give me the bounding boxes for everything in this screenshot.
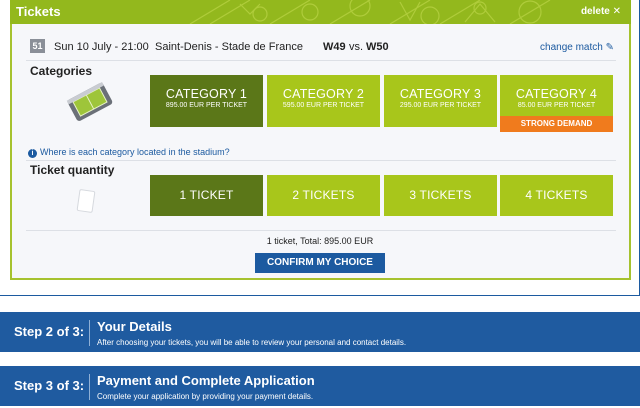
panel-header: Tickets delete ✕ [10,0,631,24]
step-separator [89,374,90,400]
stadium-icon [66,82,113,121]
match-date: Sun 10 July - 21:00 [54,41,149,53]
step-number: Step 3 of 3: [14,378,85,393]
strong-demand-badge: STRONG DEMAND [500,116,613,132]
order-total: 1 ticket, Total: 895.00 EUR [266,236,374,246]
category-3-button[interactable]: CATEGORY 3 295.00 EUR PER TICKET [384,75,497,127]
category-location-text: Where is each category located in the st… [40,147,230,157]
category-4-button[interactable]: CATEGORY 4 85.00 EUR PER TICKET [500,75,613,116]
team-away: W50 [366,41,389,53]
ticket-icon [76,188,96,214]
step-3-panel[interactable]: Step 3 of 3: Payment and Complete Applic… [0,366,640,406]
step-number: Step 2 of 3: [14,324,85,339]
header-pattern [189,0,551,24]
match-row: 51 Sun 10 July - 21:00 Saint-Denis - Sta… [26,38,616,56]
divider [26,230,616,231]
panel-title: Tickets [16,4,61,19]
tickets-panel: Tickets delete ✕ 51 Sun 10 July - 21:00 … [0,0,640,298]
quantity-4-button[interactable]: 4 TICKETS [500,175,613,216]
step-separator [89,320,90,346]
quantity-2-button[interactable]: 2 TICKETS [267,175,380,216]
versus-label: vs. [349,41,364,53]
category-name: CATEGORY 2 [282,87,365,101]
divider [26,60,616,61]
info-icon: i [28,149,37,158]
divider [26,160,616,161]
category-price: 595.00 EUR PER TICKET [282,102,365,109]
confirm-choice-button[interactable]: CONFIRM MY CHOICE [255,253,385,273]
step-2-panel[interactable]: Step 2 of 3: Your Details After choosing… [0,312,640,352]
category-name: CATEGORY 1 [165,87,248,101]
match-venue: Saint-Denis - Stade de France [155,41,303,53]
category-name: CATEGORY 4 [515,87,598,101]
match-number-badge: 51 [30,39,45,53]
change-match-link[interactable]: change match ✎ [540,42,614,53]
ticket-quantity-label: Ticket quantity [30,163,115,177]
delete-button[interactable]: delete ✕ [581,6,621,17]
category-price: 295.00 EUR PER TICKET [399,102,482,109]
team-home: W49 [323,41,346,53]
step-description: After choosing your tickets, you will be… [97,338,407,347]
category-price: 85.00 EUR PER TICKET [517,102,596,109]
quantity-3-button[interactable]: 3 TICKETS [384,175,497,216]
step-title: Payment and Complete Application [97,373,315,388]
category-location-link[interactable]: i Where is each category located in the s… [28,147,230,158]
category-1-button[interactable]: CATEGORY 1 895.00 EUR PER TICKET [150,75,263,127]
category-price: 895.00 EUR PER TICKET [165,102,248,109]
category-2-button[interactable]: CATEGORY 2 595.00 EUR PER TICKET [267,75,380,127]
quantity-1-button[interactable]: 1 TICKET [150,175,263,216]
category-name: CATEGORY 3 [399,87,482,101]
categories-label: Categories [30,64,93,78]
step-description: Complete your application by providing y… [97,392,314,401]
step-title: Your Details [97,319,172,334]
